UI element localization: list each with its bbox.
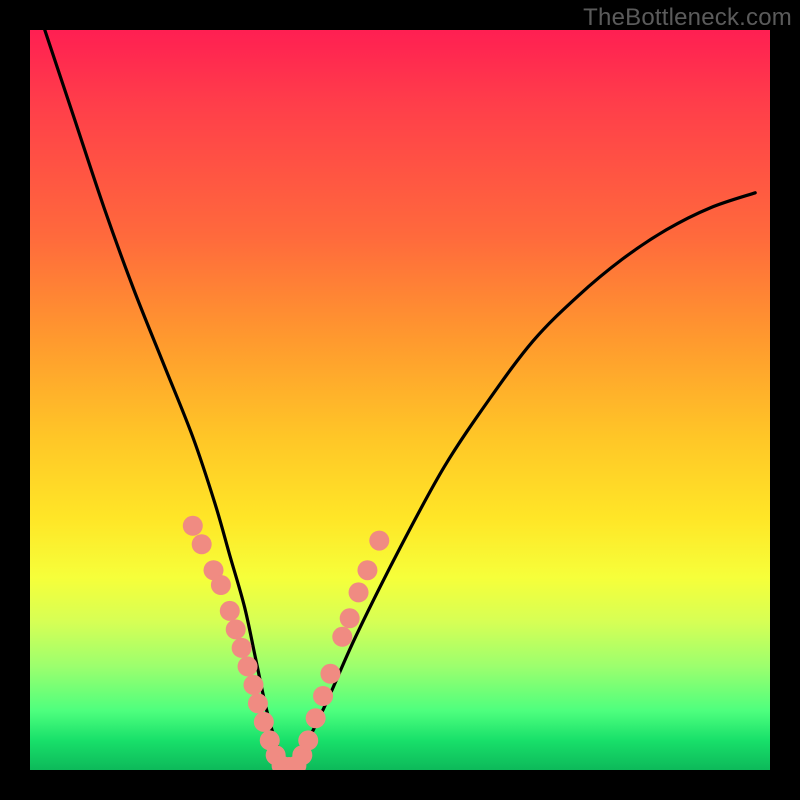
marker-dot bbox=[313, 686, 333, 706]
marker-dot bbox=[320, 664, 340, 684]
marker-dot bbox=[254, 712, 274, 732]
marker-dot bbox=[220, 601, 240, 621]
chart-svg bbox=[30, 30, 770, 770]
marker-dot bbox=[243, 675, 263, 695]
marker-dot bbox=[332, 627, 352, 647]
marker-dot bbox=[349, 582, 369, 602]
marker-dot bbox=[211, 575, 231, 595]
plot-area bbox=[30, 30, 770, 770]
marker-dot bbox=[183, 516, 203, 536]
marker-dot bbox=[369, 531, 389, 551]
marker-dot bbox=[238, 656, 258, 676]
chart-frame: TheBottleneck.com bbox=[0, 0, 800, 800]
bottleneck-curve bbox=[45, 30, 755, 766]
marker-dot bbox=[192, 534, 212, 554]
marker-dot bbox=[357, 560, 377, 580]
marker-dot bbox=[340, 608, 360, 628]
marker-dot bbox=[226, 619, 246, 639]
marker-dot bbox=[232, 638, 252, 658]
watermark-text: TheBottleneck.com bbox=[583, 4, 792, 32]
marker-dot bbox=[298, 730, 318, 750]
marker-layer bbox=[183, 516, 389, 770]
marker-dot bbox=[248, 693, 268, 713]
marker-dot bbox=[306, 708, 326, 728]
